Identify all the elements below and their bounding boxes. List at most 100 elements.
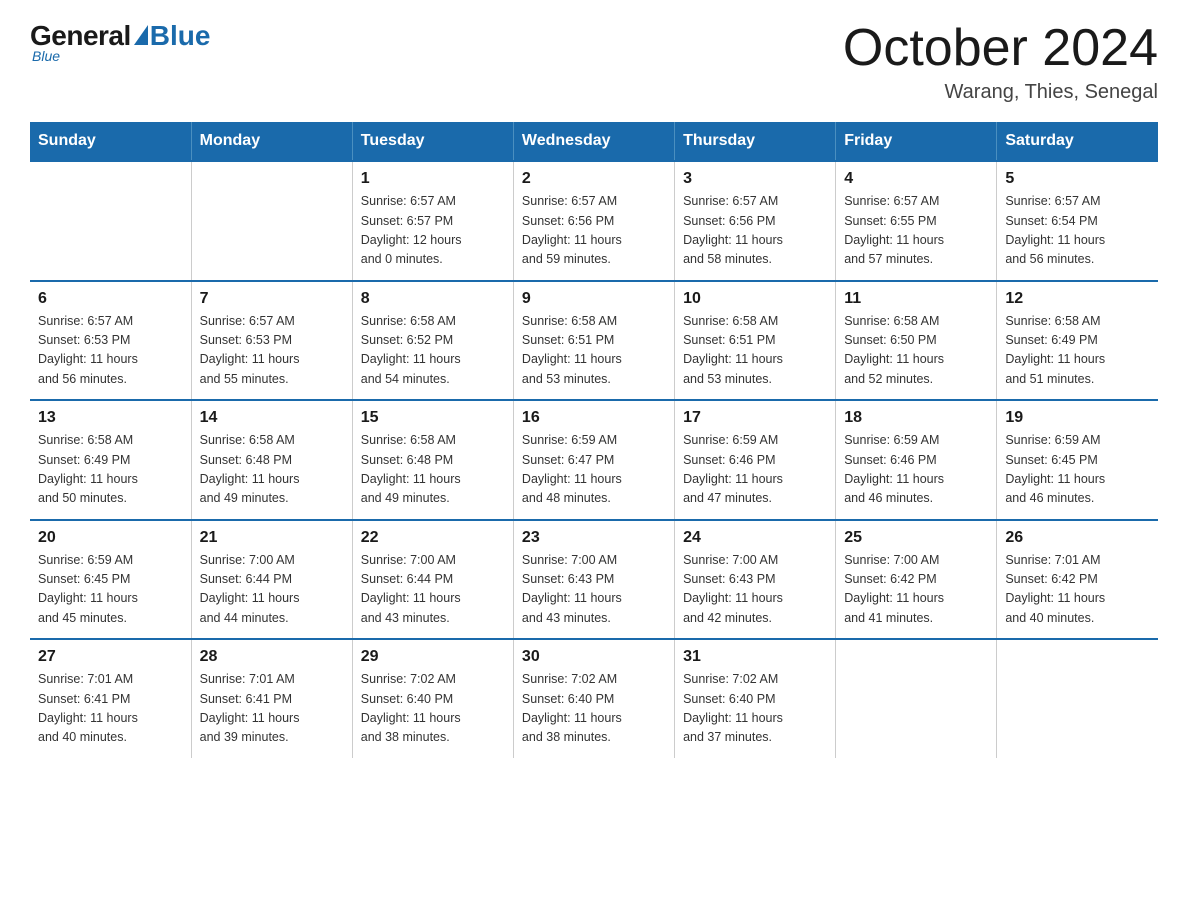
day-info: Sunrise: 6:59 AMSunset: 6:47 PMDaylight:…: [522, 431, 666, 509]
calendar-cell: 7Sunrise: 6:57 AMSunset: 6:53 PMDaylight…: [191, 281, 352, 401]
day-info: Sunrise: 7:02 AMSunset: 6:40 PMDaylight:…: [522, 670, 666, 748]
day-number: 11: [844, 290, 988, 308]
day-info: Sunrise: 6:57 AMSunset: 6:57 PMDaylight:…: [361, 192, 505, 270]
day-number: 18: [844, 409, 988, 427]
calendar-cell: 13Sunrise: 6:58 AMSunset: 6:49 PMDayligh…: [30, 400, 191, 520]
day-number: 20: [38, 529, 183, 547]
header-cell-wednesday: Wednesday: [513, 122, 674, 161]
logo-subtitle: Blue: [32, 48, 60, 64]
day-info: Sunrise: 7:00 AMSunset: 6:43 PMDaylight:…: [522, 551, 666, 629]
day-info: Sunrise: 6:58 AMSunset: 6:48 PMDaylight:…: [361, 431, 505, 509]
day-info: Sunrise: 6:58 AMSunset: 6:51 PMDaylight:…: [522, 312, 666, 390]
day-info: Sunrise: 7:02 AMSunset: 6:40 PMDaylight:…: [361, 670, 505, 748]
day-number: 23: [522, 529, 666, 547]
header-cell-sunday: Sunday: [30, 122, 191, 161]
calendar-cell: 1 Sunrise: 6:57 AMSunset: 6:57 PMDaylight…: [352, 161, 513, 281]
calendar-cell: 30 Sunrise: 7:02 AMSunset: 6:40 PMDayligh…: [513, 639, 674, 758]
calendar-cell: 25Sunrise: 7:00 AMSunset: 6:42 PMDayligh…: [836, 520, 997, 640]
week-row-0: 1 Sunrise: 6:57 AMSunset: 6:57 PMDaylight…: [30, 161, 1158, 281]
logo-triangle-icon: [134, 25, 148, 45]
day-info: Sunrise: 7:00 AMSunset: 6:44 PMDaylight:…: [361, 551, 505, 629]
calendar-cell: 22 Sunrise: 7:00 AMSunset: 6:44 PMDayligh…: [352, 520, 513, 640]
calendar-cell: 14 Sunrise: 6:58 AMSunset: 6:48 PMDayligh…: [191, 400, 352, 520]
week-row-2: 13Sunrise: 6:58 AMSunset: 6:49 PMDayligh…: [30, 400, 1158, 520]
day-number: 15: [361, 409, 505, 427]
calendar-cell: 19 Sunrise: 6:59 AMSunset: 6:45 PMDayligh…: [997, 400, 1158, 520]
day-number: 5: [1005, 170, 1150, 188]
calendar-cell: 24Sunrise: 7:00 AMSunset: 6:43 PMDayligh…: [675, 520, 836, 640]
day-info: Sunrise: 7:01 AMSunset: 6:41 PMDaylight:…: [200, 670, 344, 748]
day-info: Sunrise: 6:59 AMSunset: 6:46 PMDaylight:…: [683, 431, 827, 509]
week-row-1: 6Sunrise: 6:57 AMSunset: 6:53 PMDaylight…: [30, 281, 1158, 401]
day-number: 16: [522, 409, 666, 427]
calendar-table: SundayMondayTuesdayWednesdayThursdayFrid…: [30, 122, 1158, 758]
day-number: 14: [200, 409, 344, 427]
day-info: Sunrise: 6:58 AMSunset: 6:49 PMDaylight:…: [38, 431, 183, 509]
calendar-cell: 26Sunrise: 7:01 AMSunset: 6:42 PMDayligh…: [997, 520, 1158, 640]
day-info: Sunrise: 7:00 AMSunset: 6:44 PMDaylight:…: [200, 551, 344, 629]
header-row: SundayMondayTuesdayWednesdayThursdayFrid…: [30, 122, 1158, 161]
title-block: October 2024 Warang, Thies, Senegal: [843, 20, 1158, 104]
calendar-cell: 9 Sunrise: 6:58 AMSunset: 6:51 PMDaylight…: [513, 281, 674, 401]
day-number: 28: [200, 648, 344, 666]
calendar-cell: 28 Sunrise: 7:01 AMSunset: 6:41 PMDayligh…: [191, 639, 352, 758]
day-number: 31: [683, 648, 827, 666]
logo-blue-text: Blue: [150, 20, 211, 52]
day-number: 6: [38, 290, 183, 308]
calendar-cell: 16 Sunrise: 6:59 AMSunset: 6:47 PMDayligh…: [513, 400, 674, 520]
day-number: 7: [200, 290, 344, 308]
day-number: 9: [522, 290, 666, 308]
day-number: 27: [38, 648, 183, 666]
day-info: Sunrise: 6:58 AMSunset: 6:52 PMDaylight:…: [361, 312, 505, 390]
day-number: 10: [683, 290, 827, 308]
calendar-cell: 5 Sunrise: 6:57 AMSunset: 6:54 PMDaylight…: [997, 161, 1158, 281]
day-number: 19: [1005, 409, 1150, 427]
calendar-cell: 10Sunrise: 6:58 AMSunset: 6:51 PMDayligh…: [675, 281, 836, 401]
day-info: Sunrise: 6:59 AMSunset: 6:46 PMDaylight:…: [844, 431, 988, 509]
day-number: 1: [361, 170, 505, 188]
day-number: 8: [361, 290, 505, 308]
day-info: Sunrise: 6:57 AMSunset: 6:54 PMDaylight:…: [1005, 192, 1150, 270]
day-number: 2: [522, 170, 666, 188]
header-cell-saturday: Saturday: [997, 122, 1158, 161]
calendar-cell: 12Sunrise: 6:58 AMSunset: 6:49 PMDayligh…: [997, 281, 1158, 401]
day-number: 3: [683, 170, 827, 188]
day-info: Sunrise: 6:58 AMSunset: 6:50 PMDaylight:…: [844, 312, 988, 390]
calendar-cell: 23 Sunrise: 7:00 AMSunset: 6:43 PMDayligh…: [513, 520, 674, 640]
week-row-3: 20 Sunrise: 6:59 AMSunset: 6:45 PMDayligh…: [30, 520, 1158, 640]
day-info: Sunrise: 6:59 AMSunset: 6:45 PMDaylight:…: [1005, 431, 1150, 509]
day-info: Sunrise: 6:57 AMSunset: 6:56 PMDaylight:…: [683, 192, 827, 270]
calendar-header: SundayMondayTuesdayWednesdayThursdayFrid…: [30, 122, 1158, 161]
calendar-cell: 17 Sunrise: 6:59 AMSunset: 6:46 PMDayligh…: [675, 400, 836, 520]
calendar-cell: [997, 639, 1158, 758]
day-info: Sunrise: 6:58 AMSunset: 6:48 PMDaylight:…: [200, 431, 344, 509]
day-number: 12: [1005, 290, 1150, 308]
day-number: 22: [361, 529, 505, 547]
day-info: Sunrise: 7:01 AMSunset: 6:42 PMDaylight:…: [1005, 551, 1150, 629]
calendar-cell: [30, 161, 191, 281]
calendar-cell: 15 Sunrise: 6:58 AMSunset: 6:48 PMDayligh…: [352, 400, 513, 520]
calendar-cell: 20 Sunrise: 6:59 AMSunset: 6:45 PMDayligh…: [30, 520, 191, 640]
day-number: 21: [200, 529, 344, 547]
location-subtitle: Warang, Thies, Senegal: [843, 81, 1158, 104]
calendar-body: 1 Sunrise: 6:57 AMSunset: 6:57 PMDaylight…: [30, 161, 1158, 758]
page-header: General Blue Blue October 2024 Warang, T…: [30, 20, 1158, 104]
header-cell-monday: Monday: [191, 122, 352, 161]
day-info: Sunrise: 6:59 AMSunset: 6:45 PMDaylight:…: [38, 551, 183, 629]
day-number: 24: [683, 529, 827, 547]
calendar-cell: 29Sunrise: 7:02 AMSunset: 6:40 PMDayligh…: [352, 639, 513, 758]
calendar-cell: 31Sunrise: 7:02 AMSunset: 6:40 PMDayligh…: [675, 639, 836, 758]
day-number: 17: [683, 409, 827, 427]
calendar-cell: 6Sunrise: 6:57 AMSunset: 6:53 PMDaylight…: [30, 281, 191, 401]
header-cell-friday: Friday: [836, 122, 997, 161]
calendar-cell: [836, 639, 997, 758]
calendar-cell: 2Sunrise: 6:57 AMSunset: 6:56 PMDaylight…: [513, 161, 674, 281]
calendar-cell: 18 Sunrise: 6:59 AMSunset: 6:46 PMDayligh…: [836, 400, 997, 520]
day-number: 4: [844, 170, 988, 188]
logo: General Blue Blue: [30, 20, 210, 64]
header-cell-thursday: Thursday: [675, 122, 836, 161]
day-number: 30: [522, 648, 666, 666]
day-number: 25: [844, 529, 988, 547]
calendar-cell: 4Sunrise: 6:57 AMSunset: 6:55 PMDaylight…: [836, 161, 997, 281]
calendar-cell: 27Sunrise: 7:01 AMSunset: 6:41 PMDayligh…: [30, 639, 191, 758]
